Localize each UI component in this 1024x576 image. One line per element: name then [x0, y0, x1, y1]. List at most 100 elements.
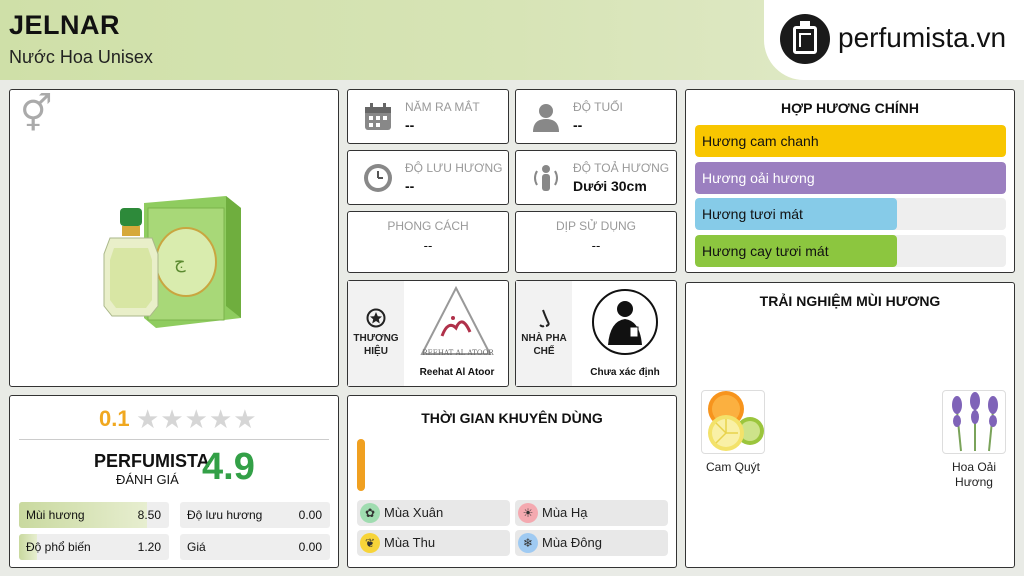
season-item: ✿ Mùa Xuân — [357, 500, 510, 526]
star-icon[interactable]: ★ — [233, 404, 256, 434]
accord-label: Hương oải hương — [702, 169, 815, 186]
star-icon[interactable]: ★ — [136, 404, 159, 434]
rating-stat: Độ phổ biến 1.20 — [19, 534, 169, 560]
sillage-person-icon — [534, 165, 558, 191]
nose-icon — [539, 309, 550, 328]
accords-title: HỢP HƯƠNG CHÍNH — [781, 100, 919, 116]
style-value: -- — [423, 238, 433, 253]
rating-divider — [19, 439, 329, 440]
logo-text: perfumista.vn — [838, 22, 1007, 53]
rating-stat-label: Giá — [187, 540, 206, 554]
brand-name[interactable]: Reehat Al Atoor — [405, 367, 509, 378]
accord-row: Hương oải hương — [695, 161, 1006, 194]
review-label: ĐÁNH GIÁ — [116, 472, 179, 487]
perfume-subtitle: Nước Hoa Unisex — [9, 47, 153, 67]
longevity-card: ĐỘ LƯU HƯƠNG -- — [347, 150, 509, 205]
sillage-label: ĐỘ TOẢ HƯƠNG — [573, 161, 670, 175]
header: JELNAR Nước Hoa Unisex perfumista.vn — [0, 0, 1024, 80]
rating-stat-value: 1.20 — [137, 540, 161, 554]
accord-label: Hương tươi mát — [702, 206, 803, 222]
perfumista-score: 4.9 — [202, 446, 255, 488]
scent-experience-card: TRẢI NGHIỆM MÙI HƯƠNG Cam Quýt Hoa Oải H… — [685, 282, 1015, 568]
autumn-leaf-icon: ❦ — [360, 533, 380, 553]
accord-row: Hương cam chanh — [695, 125, 1006, 157]
season-label: Mùa Hạ — [542, 505, 588, 520]
perfumer-card[interactable]: NHÀ PHA CHẾ Chưa xác định — [515, 280, 677, 387]
season-label: Mùa Thu — [384, 535, 436, 550]
star-badge-icon — [366, 308, 386, 328]
brand-label-area: THƯƠNG HIỆU — [348, 281, 404, 386]
accord-row: Hương tươi mát — [695, 198, 1006, 230]
age-value: -- — [573, 117, 583, 133]
occasion-card: DỊP SỬ DỤNG -- — [515, 211, 677, 273]
style-label: PHONG CÁCH — [387, 219, 469, 233]
perfumer-avatar — [592, 289, 658, 355]
longevity-value: -- — [405, 178, 415, 194]
brand-logo-text: REEHAT AL ATOOR — [422, 349, 494, 357]
accord-label: Hương cay tươi mát — [702, 242, 829, 259]
star-icon[interactable]: ★ — [185, 404, 208, 434]
unisex-gender-icon: ⚥ — [20, 93, 53, 134]
calendar-icon — [365, 103, 391, 130]
age-card: ĐỘ TUỔI -- — [515, 89, 677, 144]
sillage-value: Dưới 30cm — [573, 178, 647, 194]
site-logo[interactable]: perfumista.vn — [764, 0, 1024, 80]
occasion-value: -- — [591, 238, 601, 253]
rating-stat: Độ lưu hương 0.00 — [180, 502, 330, 528]
lavender-note-image[interactable] — [942, 390, 1006, 454]
perfumista-label: PERFUMISTA — [94, 451, 210, 471]
seasons-title: THỜI GIAN KHUYÊN DÙNG — [421, 410, 603, 426]
rating-stat-label: Độ phổ biến — [26, 540, 91, 554]
recommended-time-card: THỜI GIAN KHUYÊN DÙNG ✿ Mùa Xuân ☀ Mùa Hạ ❦ M… — [347, 395, 677, 568]
perfume-title: JELNAR — [9, 10, 121, 40]
note-label-citrus: Cam Quýt — [705, 460, 760, 474]
time-of-day-bar — [357, 439, 365, 491]
style-card: PHONG CÁCH -- — [347, 211, 509, 273]
rating-stat-value: 0.00 — [298, 508, 322, 522]
citrus-note-image[interactable] — [701, 390, 765, 454]
perfumer-name[interactable]: Chưa xác định — [573, 367, 677, 378]
season-label: Mùa Đông — [542, 535, 602, 550]
clock-icon — [364, 164, 392, 192]
rating-stars[interactable]: ★★★★★ — [136, 406, 258, 432]
rating-stat: Giá 0.00 — [180, 534, 330, 560]
season-item: ❄ Mùa Đông — [515, 530, 668, 556]
release-year-label: NĂM RA MẮT — [405, 100, 480, 114]
perfume-bottle-logo-icon — [780, 14, 830, 64]
rating-score: 0.1 — [99, 406, 130, 431]
season-item: ☀ Mùa Hạ — [515, 500, 668, 526]
release-year-card: NĂM RA MẮT -- — [347, 89, 509, 144]
person-icon — [533, 104, 559, 132]
brand-card[interactable]: THƯƠNG HIỆU REEHAT AL ATOOR Reehat Al At… — [347, 280, 509, 387]
release-year-value: -- — [405, 117, 415, 133]
rating-stat-label: Mùi hương — [26, 508, 85, 522]
age-label: ĐỘ TUỔI — [573, 100, 623, 114]
perfumer-label: NHÀ PHA CHẾ — [521, 333, 567, 357]
product-image: ج — [103, 196, 241, 328]
star-icon[interactable]: ★ — [160, 404, 183, 434]
rating-card: 0.1 ★★★★★ PERFUMISTA ĐÁNH GIÁ 4.9 Mùi hư… — [9, 395, 339, 568]
notes-title: TRẢI NGHIỆM MÙI HƯƠNG — [759, 293, 941, 309]
summer-icon: ☀ — [518, 503, 538, 523]
star-icon[interactable]: ★ — [209, 404, 232, 434]
brand-label: THƯƠNG HIỆU — [353, 333, 399, 357]
season-label: Mùa Xuân — [384, 505, 444, 520]
spring-icon: ✿ — [360, 503, 380, 523]
product-image-card: ⚥ ج — [9, 89, 339, 387]
rating-stat: Mùi hương 8.50 — [19, 502, 169, 528]
rating-stat-label: Độ lưu hương — [187, 508, 263, 522]
season-item: ❦ Mùa Thu — [357, 530, 510, 556]
accord-label: Hương cam chanh — [702, 133, 819, 149]
perfumer-label-area: NHÀ PHA CHẾ — [516, 281, 572, 386]
occasion-label: DỊP SỬ DỤNG — [555, 219, 637, 233]
lavender-icon — [952, 392, 998, 452]
rating-stat-value: 8.50 — [137, 508, 161, 522]
longevity-label: ĐỘ LƯU HƯƠNG — [405, 161, 503, 175]
citrus-icon — [708, 391, 764, 451]
main-accords-card: HỢP HƯƠNG CHÍNH Hương cam chanh Hương oải… — [685, 89, 1015, 273]
note-label-lavender: Hoa Oải Hương — [951, 460, 997, 489]
snowflake-icon: ❄ — [518, 533, 538, 553]
rating-stat-value: 0.00 — [298, 540, 322, 554]
accord-row: Hương cay tươi mát — [695, 234, 1006, 267]
sillage-card: ĐỘ TOẢ HƯƠNG Dưới 30cm — [515, 150, 677, 205]
